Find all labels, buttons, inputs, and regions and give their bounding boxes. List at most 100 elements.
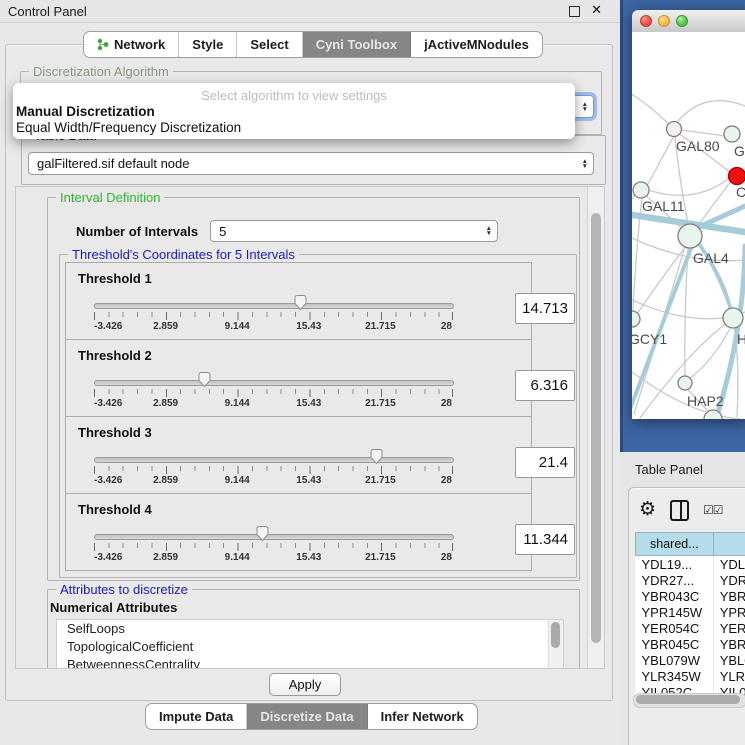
dropdown-item-manual-discretization[interactable]: Manual Discretization [13, 104, 575, 120]
scale-label: 28 [441, 475, 452, 486]
number-of-intervals-combobox[interactable]: 5 ▲▼ [210, 220, 498, 242]
table-cell[interactable]: YBL079W [636, 652, 714, 668]
tab-discretize-data[interactable]: Discretize Data [247, 704, 367, 729]
minimize-traffic-light[interactable] [658, 15, 670, 27]
node-gcy1[interactable] [632, 311, 640, 327]
node-gal80[interactable] [667, 122, 682, 137]
table-cell[interactable]: YBR043C [636, 588, 714, 604]
table-cell[interactable]: YPR1 [713, 604, 745, 620]
threshold-block: Threshold 2-3.4262.8599.14415.4321.71528… [65, 339, 532, 417]
tab-cyni-toolbox[interactable]: Cyni Toolbox [303, 32, 411, 57]
tab-impute-data[interactable]: Impute Data [146, 704, 247, 729]
table-row[interactable]: YDR27...YDR2 [636, 572, 745, 588]
node-hap2[interactable] [678, 376, 692, 390]
scrollbar-thumb[interactable] [636, 695, 740, 704]
table-cell[interactable]: YBR0 [713, 588, 745, 604]
table-data-combobox[interactable]: galFiltered.sif default node ▲▼ [28, 152, 594, 175]
table-cell[interactable]: YER054C [636, 620, 714, 636]
slider-track[interactable] [94, 303, 454, 309]
dropdown-item-equal-width-frequency-discretization[interactable]: Equal Width/Frequency Discretization [13, 120, 575, 136]
attribute-item-betweennesscentrality[interactable]: BetweennessCentrality [57, 656, 563, 669]
slider-scale-labels: -3.4262.8599.14415.4321.71528 [94, 552, 452, 564]
select-checkboxes-icon[interactable]: ☑☑ [703, 503, 723, 517]
table-row[interactable]: YPR145WYPR1 [636, 604, 745, 620]
control-panel-titlebar: Control Panel ✕ [0, 0, 620, 23]
table-cell[interactable]: YDR27... [636, 572, 714, 588]
slider-thumb[interactable] [197, 371, 212, 388]
table-row[interactable]: YDL19...YDL1 [636, 556, 745, 573]
node-top-right[interactable] [724, 126, 740, 142]
tab-jactivemnodules[interactable]: jActiveMNodules [411, 32, 542, 57]
threshold-value-field[interactable]: 11.344 [515, 524, 575, 555]
node-gal4[interactable] [678, 224, 702, 248]
node-h[interactable] [723, 308, 743, 328]
node-red[interactable] [729, 168, 745, 185]
attribute-item-selfloops[interactable]: SelfLoops [57, 620, 563, 638]
slider-track[interactable] [94, 534, 454, 540]
table-cell[interactable]: YDL1 [713, 556, 745, 573]
network-icon [97, 38, 109, 51]
attributes-list-scrollbar[interactable] [548, 620, 563, 669]
node-gal11[interactable] [633, 182, 649, 198]
table-cell[interactable]: YER0 [713, 620, 745, 636]
slider-track[interactable] [94, 457, 454, 463]
slider-thumb[interactable] [255, 525, 270, 542]
zoom-traffic-light[interactable] [676, 15, 688, 27]
numerical-attributes-list[interactable]: SelfLoopsTopologicalCoefficientBetweenne… [56, 619, 564, 669]
table-cell[interactable]: YLR345W [636, 668, 714, 684]
slider-thumb[interactable] [293, 294, 308, 311]
threshold-value-field[interactable]: 6.316 [515, 370, 575, 401]
node-label-gal11: GAL11 [642, 198, 685, 214]
scale-label: 9.144 [225, 552, 250, 563]
tab-label: jActiveMNodules [424, 37, 529, 52]
columns-icon[interactable] [670, 500, 689, 521]
threshold-label: Threshold 4 [78, 502, 152, 517]
tab-infer-network[interactable]: Infer Network [368, 704, 477, 729]
threshold-list: Threshold 1-3.4262.8599.14415.4321.71528… [65, 263, 532, 571]
apply-button[interactable]: Apply [269, 673, 341, 696]
tab-style[interactable]: Style [179, 32, 237, 57]
table-row[interactable]: YBR043CYBR0 [636, 588, 745, 604]
column-header-shared[interactable]: shared... [636, 533, 714, 556]
table-cell[interactable]: YBR045C [636, 636, 714, 652]
float-window-icon[interactable] [569, 6, 580, 17]
tab-label: Style [192, 37, 223, 52]
table-cell[interactable]: YBL0 [713, 652, 745, 668]
table-cell[interactable]: YDR2 [713, 572, 745, 588]
network-window-titlebar[interactable] [632, 10, 745, 33]
major-ticks [94, 312, 453, 320]
table-horizontal-scrollbar[interactable] [633, 693, 745, 708]
settings-vertical-scrollbar[interactable] [587, 187, 604, 668]
threshold-label: Threshold 3 [78, 425, 152, 440]
slider-track[interactable] [94, 380, 454, 386]
table-cell[interactable]: YDL19... [636, 556, 714, 573]
table-row[interactable]: YBL079WYBL0 [636, 652, 745, 668]
threshold-value-field[interactable]: 14.713 [515, 293, 575, 324]
threshold-value-field[interactable]: 21.4 [515, 447, 575, 478]
network-edge [647, 132, 676, 186]
table-panel-title: Table Panel [635, 462, 703, 477]
tab-select[interactable]: Select [237, 32, 302, 57]
tab-label: Network [114, 37, 165, 52]
table-row[interactable]: YLR345WYLR3 [636, 668, 745, 684]
table-cell[interactable]: YBR0 [713, 636, 745, 652]
attribute-item-topologicalcoefficient[interactable]: TopologicalCoefficient [57, 638, 563, 656]
number-of-intervals-row: Number of Intervals 5 ▲▼ [76, 220, 579, 242]
scrollbar-thumb[interactable] [591, 213, 601, 643]
scrollbar-thumb[interactable] [551, 622, 560, 648]
tab-network[interactable]: Network [84, 32, 179, 57]
table-cell[interactable]: YPR145W [636, 604, 714, 620]
close-traffic-light[interactable] [640, 15, 652, 27]
numerical-attributes-label: Numerical Attributes [50, 600, 579, 615]
column-header-na[interactable]: na [713, 533, 745, 556]
end-tick [452, 466, 453, 474]
network-canvas[interactable]: GAL80GACGAL11GAL4GCY1HHAP2 [632, 32, 745, 419]
tab-label: Select [250, 37, 288, 52]
gear-icon[interactable]: ⚙ [639, 500, 656, 520]
table-row[interactable]: YBR045CYBR0 [636, 636, 745, 652]
slider-scale-labels: -3.4262.8599.14415.4321.71528 [94, 398, 452, 410]
table-row[interactable]: YER054CYER0 [636, 620, 745, 636]
table-cell[interactable]: YLR3 [713, 668, 745, 684]
slider-thumb[interactable] [369, 448, 384, 465]
close-icon[interactable]: ✕ [591, 2, 602, 18]
